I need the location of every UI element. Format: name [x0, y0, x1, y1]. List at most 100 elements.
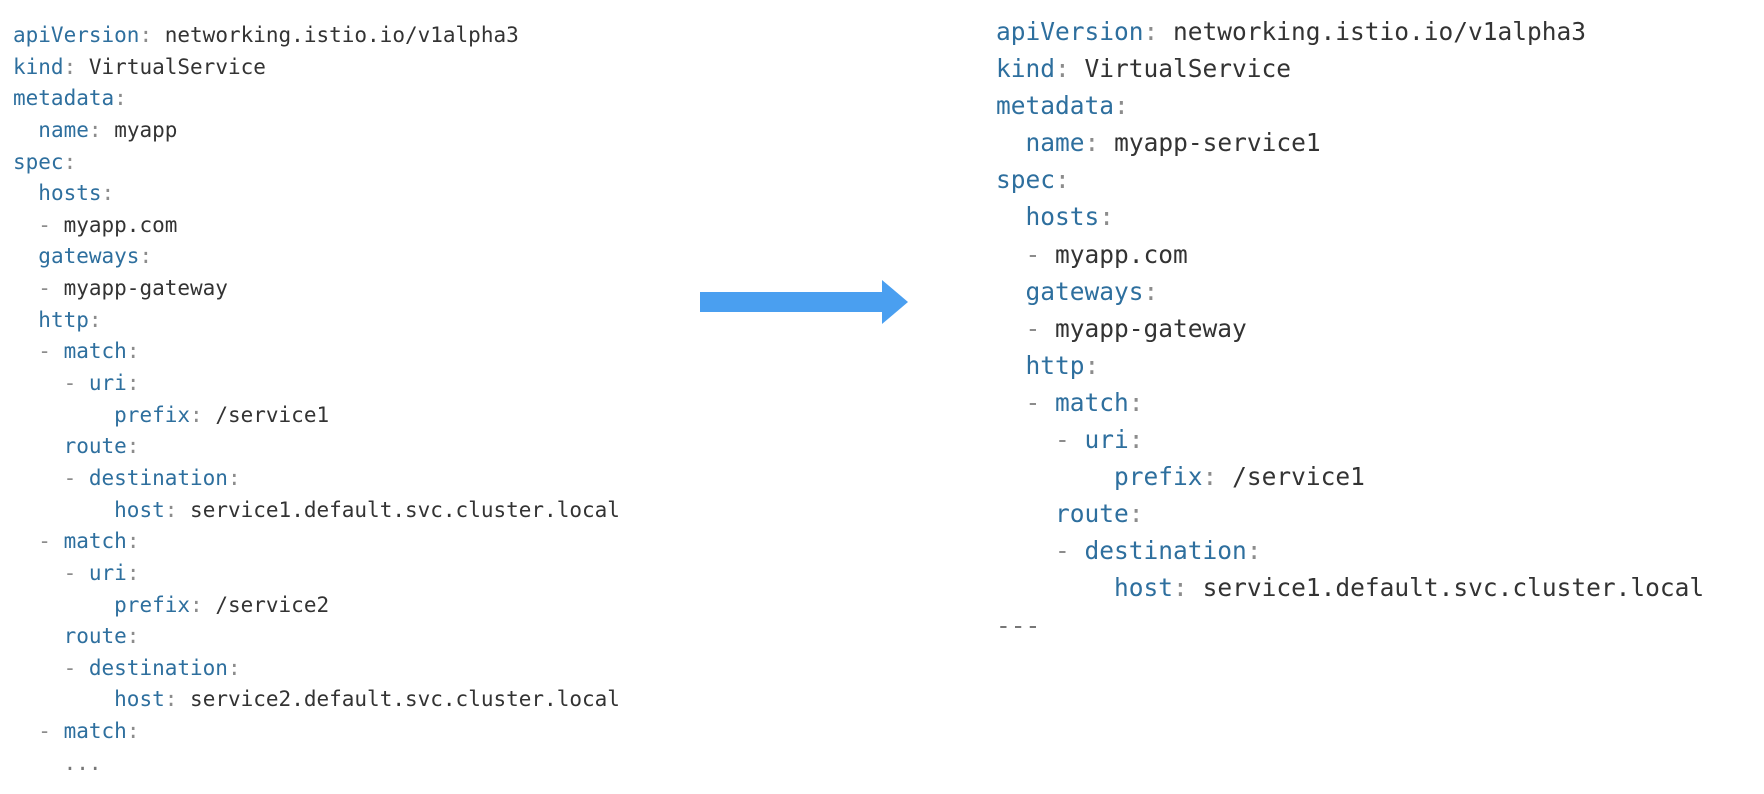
yaml-list-dash: - [1025, 239, 1056, 269]
yaml-key: destination [88, 655, 228, 680]
yaml-value: myapp-service1 [1114, 128, 1321, 158]
yaml-key: prefix [1114, 462, 1203, 492]
yaml-line: gateways: [38, 244, 153, 269]
yaml-line: metadata: [13, 86, 127, 111]
yaml-line: http: [38, 307, 102, 332]
yaml-line: apiVersion: networking.istio.io/v1alpha3 [996, 17, 1587, 46]
yaml-key: prefix [114, 402, 191, 427]
yaml-line: host: service1.default.svc.cluster.local [114, 497, 620, 522]
yaml-line: - match: [38, 529, 140, 554]
yaml-line: http: [1025, 350, 1100, 380]
yaml-line: prefix: /service1 [114, 402, 330, 427]
yaml-key: apiVersion [996, 17, 1144, 46]
yaml-line: prefix: /service1 [1114, 462, 1365, 492]
yaml-list-dash: - [38, 276, 64, 301]
split-virtualservice-yaml: apiVersion: networking.istio.io/v1alpha3… [996, 13, 1704, 644]
yaml-line: host: service1.default.svc.cluster.local [1114, 573, 1705, 603]
yaml-list-dash: - [63, 371, 89, 396]
yaml-key: spec [996, 165, 1056, 195]
yaml-key: http [38, 307, 89, 332]
yaml-value: myapp [114, 117, 178, 142]
yaml-value: VirtualService [1084, 54, 1292, 84]
yaml-key: destination [1084, 536, 1247, 566]
yaml-value: myapp-gateway [63, 276, 228, 301]
yaml-key: name [1025, 128, 1085, 158]
yaml-value: service1.default.svc.cluster.local [1202, 573, 1705, 603]
yaml-line: - myapp.com [996, 236, 1704, 273]
yaml-line: prefix: /service2 [114, 592, 330, 617]
yaml-value: /service1 [215, 402, 330, 427]
yaml-key: gateways [38, 244, 140, 269]
yaml-key: match [63, 529, 127, 554]
yaml-value: networking.istio.io/v1alpha3 [1173, 17, 1587, 46]
yaml-key: host [1114, 573, 1174, 603]
yaml-line: - destination: [1055, 536, 1262, 566]
yaml-value: /service1 [1232, 462, 1365, 492]
yaml-list-dash: - [1025, 387, 1056, 417]
arrow-head [882, 280, 908, 324]
yaml-list-dash: - [38, 719, 64, 744]
right-arrow-icon [700, 280, 908, 324]
yaml-key: kind [13, 54, 64, 79]
yaml-line: - uri: [1055, 425, 1144, 455]
yaml-value: /service2 [215, 592, 330, 617]
yaml-list-dash: - [38, 339, 64, 364]
yaml-line: - destination: [63, 655, 241, 680]
yaml-key: gateways [1025, 276, 1144, 306]
yaml-line: kind: VirtualService [996, 54, 1292, 84]
yaml-line: - myapp.com [13, 210, 620, 242]
yaml-line: --- [996, 607, 1704, 644]
yaml-value: service1.default.svc.cluster.local [190, 497, 620, 522]
yaml-line: - uri: [63, 560, 140, 585]
yaml-key: match [63, 339, 127, 364]
yaml-key: kind [996, 54, 1056, 84]
yaml-key: uri [88, 560, 127, 585]
yaml-list-dash: - [38, 529, 64, 554]
yaml-key: uri [1084, 425, 1129, 455]
yaml-key: route [63, 624, 127, 649]
yaml-line: route: [63, 434, 140, 459]
yaml-key: host [114, 497, 165, 522]
yaml-line: hosts: [38, 181, 115, 206]
yaml-list-dash: - [38, 212, 64, 237]
yaml-line: - match: [1025, 387, 1144, 417]
yaml-key: name [38, 117, 89, 142]
yaml-key: http [1025, 350, 1085, 380]
source-virtualservice-yaml: apiVersion: networking.istio.io/v1alpha3… [13, 20, 620, 779]
yaml-value: myapp-gateway [1055, 313, 1247, 343]
yaml-line: spec: [13, 149, 77, 174]
yaml-key: hosts [38, 181, 102, 206]
yaml-list-dash: - [1055, 536, 1085, 566]
yaml-list-dash: - [63, 655, 89, 680]
yaml-line: gateways: [1025, 276, 1159, 306]
yaml-value: myapp.com [1055, 239, 1188, 269]
yaml-ellipsis: ... [63, 750, 102, 775]
yaml-line: hosts: [1025, 202, 1115, 232]
yaml-line: - destination: [63, 465, 241, 490]
yaml-key: metadata [13, 86, 115, 111]
yaml-line: route: [63, 624, 140, 649]
yaml-key: apiVersion [13, 23, 140, 47]
yaml-key: uri [88, 371, 127, 396]
yaml-key: prefix [114, 592, 191, 617]
yaml-key: host [114, 687, 165, 712]
yaml-line: kind: VirtualService [13, 54, 266, 79]
yaml-key: metadata [996, 91, 1115, 121]
yaml-line: spec: [996, 165, 1070, 195]
yaml-line: - myapp-gateway [996, 310, 1704, 347]
yaml-line: name: myapp-service1 [1025, 128, 1321, 158]
yaml-line: ... [13, 748, 620, 780]
yaml-key: route [63, 434, 127, 459]
yaml-value: myapp.com [63, 212, 178, 237]
yaml-key: spec [13, 149, 64, 174]
yaml-value: networking.istio.io/v1alpha3 [164, 23, 519, 47]
yaml-line: apiVersion: networking.istio.io/v1alpha3 [13, 23, 519, 47]
yaml-key: hosts [1025, 202, 1100, 232]
yaml-line: metadata: [996, 91, 1129, 121]
yaml-key: match [1055, 387, 1129, 417]
yaml-line: - uri: [63, 371, 140, 396]
yaml-key: match [63, 719, 127, 744]
yaml-list-dash: - [1055, 425, 1085, 455]
yaml-list-dash: - [63, 560, 89, 585]
yaml-line: - myapp-gateway [13, 273, 620, 305]
